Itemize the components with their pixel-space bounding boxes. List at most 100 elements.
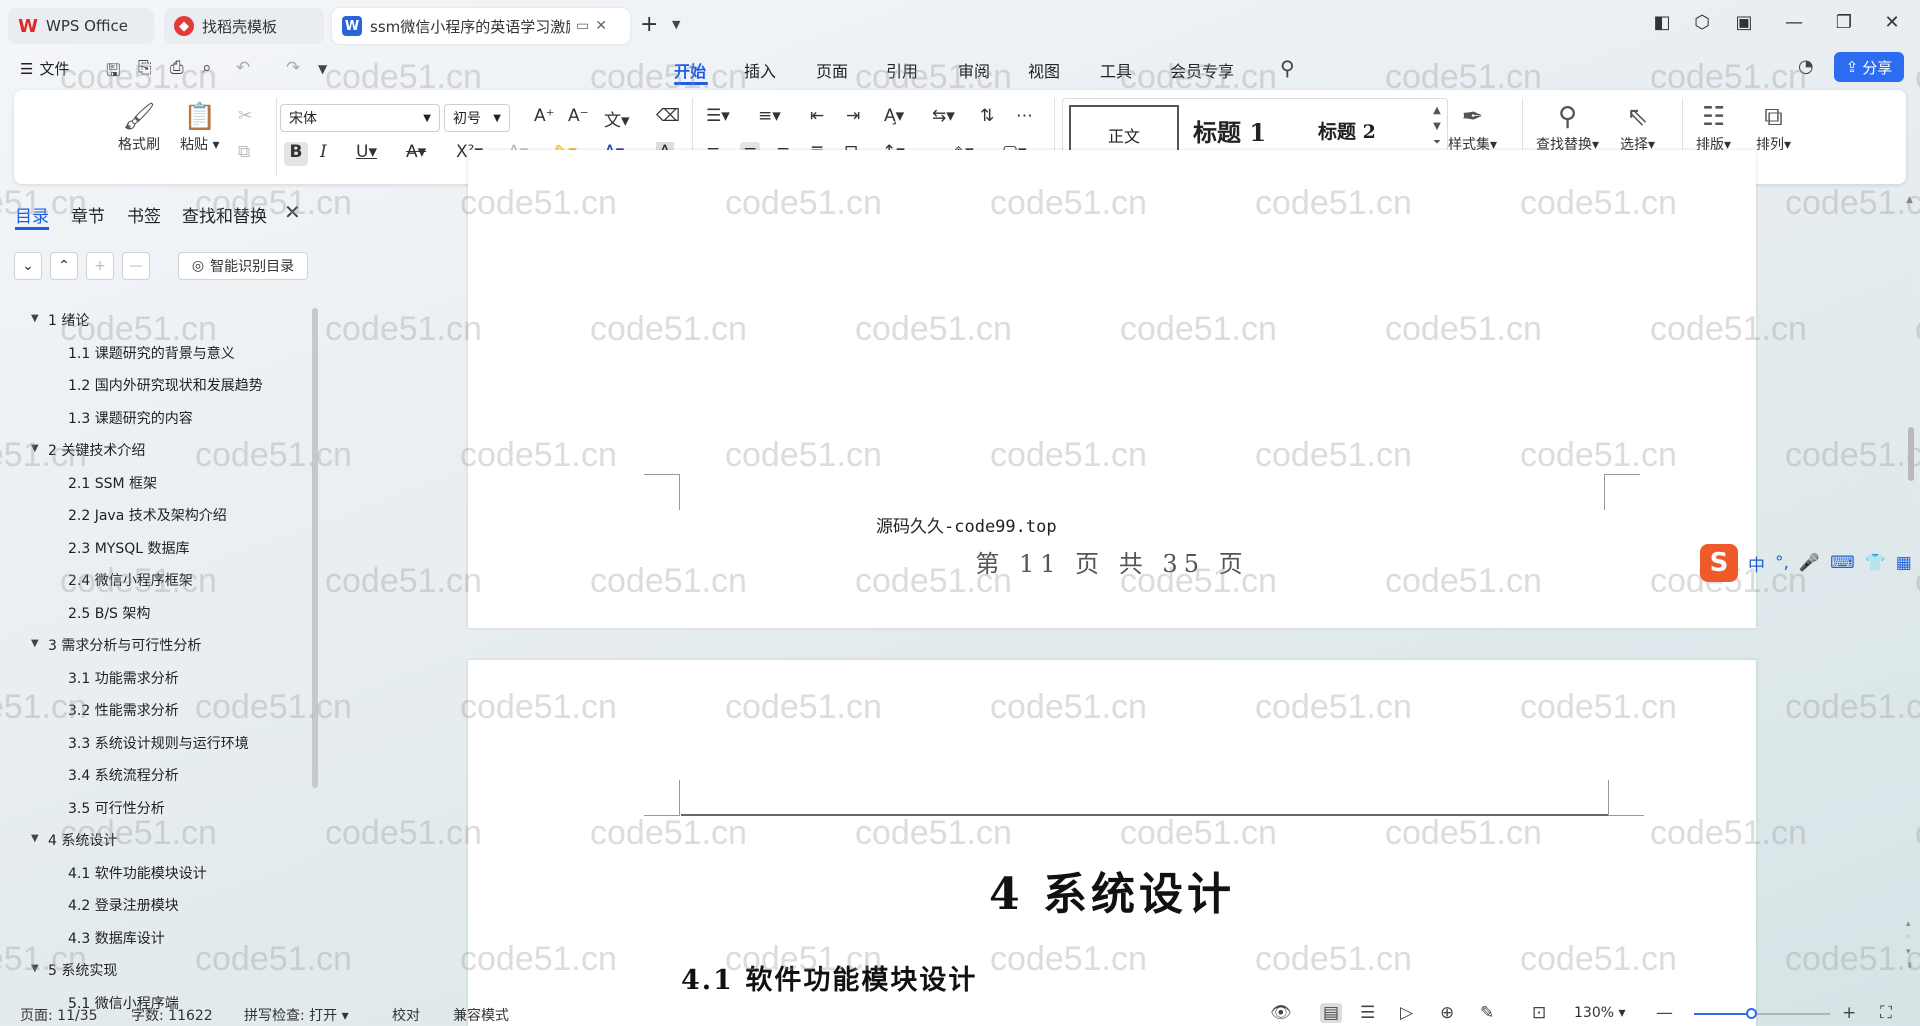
export-pdf-icon[interactable]: ⎘ bbox=[138, 58, 152, 78]
toc-item[interactable]: 3.5 可行性分析 bbox=[68, 798, 165, 818]
font-size-select[interactable]: 初号 ▼ bbox=[444, 104, 510, 132]
toc-item[interactable]: 2.5 B/S 架构 bbox=[68, 603, 150, 623]
grow-font-icon[interactable]: A⁺ bbox=[534, 106, 555, 126]
toc-item[interactable]: 4.2 登录注册模块 bbox=[68, 895, 179, 915]
toc-item[interactable]: 2.4 微信小程序框架 bbox=[68, 570, 193, 590]
close-tab-icon[interactable]: ✕ bbox=[595, 18, 607, 34]
expand-arrow-icon[interactable]: ▼ bbox=[31, 443, 39, 454]
ime-toolbar[interactable]: S 中 °, 🎤 ⌨ 👕 ▦ bbox=[1700, 542, 1920, 584]
tab-wps-office[interactable]: W WPS Office bbox=[8, 8, 154, 44]
bullet-list-icon[interactable]: ☰▾ bbox=[706, 106, 730, 126]
spell-check-toggle[interactable]: 拼写检查: 打开 ▾ bbox=[244, 1005, 349, 1025]
style-heading1[interactable]: 标题 1 bbox=[1193, 113, 1303, 148]
text-direction-icon[interactable]: A̧▾ bbox=[884, 106, 904, 126]
document-scrollbar[interactable]: ▲ ▴ ◦ ▾ ⇟ bbox=[1906, 195, 1916, 995]
phonetic-icon[interactable]: 文▾ bbox=[604, 106, 630, 131]
add-heading-button[interactable]: + bbox=[86, 252, 114, 280]
toc-item[interactable]: 5 系统实现 bbox=[48, 960, 117, 980]
collapse-all-button[interactable]: ⌄ bbox=[14, 252, 42, 280]
page-view-icon[interactable]: ▤ bbox=[1320, 1003, 1343, 1023]
document-page[interactable]: 源码久久-code99.top 第 11 页 共 35 页 bbox=[468, 150, 1756, 628]
toc-item[interactable]: 3 需求分析与可行性分析 bbox=[48, 635, 201, 655]
menu-page[interactable]: 页面 bbox=[816, 58, 848, 82]
menu-member[interactable]: 会员专享 bbox=[1170, 58, 1234, 82]
chat-icon[interactable]: ◔ bbox=[1798, 56, 1814, 77]
expand-arrow-icon[interactable]: ▼ bbox=[31, 313, 39, 324]
expand-up-button[interactable]: ⌃ bbox=[50, 252, 78, 280]
zoom-out-icon[interactable]: — bbox=[1656, 1003, 1673, 1023]
font-name-select[interactable]: 宋体 ▼ bbox=[280, 104, 440, 132]
sidebar-toggle-icon[interactable]: ◧ bbox=[1648, 12, 1676, 33]
tab-document[interactable]: W ssm微信小程序的英语学习激励 ▭ ✕ bbox=[332, 8, 630, 44]
increase-indent-icon[interactable]: ⇥ bbox=[846, 106, 860, 126]
bold-icon[interactable]: B bbox=[284, 142, 308, 166]
close-window-icon[interactable]: ✕ bbox=[1878, 12, 1906, 33]
print-preview-icon[interactable]: ⌕ bbox=[202, 58, 212, 78]
chevron-down-icon[interactable]: ▼ bbox=[318, 62, 327, 76]
word-count[interactable]: 字数: 11622 bbox=[131, 1005, 213, 1025]
tab-templates[interactable]: ◆ 找稻壳模板 bbox=[164, 8, 324, 44]
layout-button[interactable]: ☷ 排版▾ bbox=[1696, 100, 1731, 154]
file-menu[interactable]: ☰ 文件 bbox=[20, 58, 69, 79]
toc-item[interactable]: 1 绪论 bbox=[48, 310, 89, 330]
fullscreen-icon[interactable]: ⛶ bbox=[1880, 1003, 1892, 1023]
toc-item[interactable]: 4 系统设计 bbox=[48, 830, 117, 850]
toc-item[interactable]: 4.1 软件功能模块设计 bbox=[68, 863, 207, 883]
scroll-up-icon[interactable]: ▲ bbox=[1906, 195, 1913, 205]
toc-item[interactable]: 1.3 课题研究的内容 bbox=[68, 408, 193, 428]
smart-toc-button[interactable]: ◎ 智能识别目录 bbox=[178, 252, 308, 280]
menu-view[interactable]: 视图 bbox=[1028, 58, 1060, 82]
menu-tools[interactable]: 工具 bbox=[1100, 58, 1132, 82]
format-painter-button[interactable]: 🖌 格式刷 bbox=[118, 100, 160, 154]
share-button[interactable]: ⇪ 分享 bbox=[1834, 52, 1904, 82]
show-marks-icon[interactable]: ⋯ bbox=[1016, 106, 1033, 126]
close-icon[interactable]: ✕ bbox=[284, 200, 301, 224]
gallery-scroll-icon[interactable]: ▲ ▼ ⏷ bbox=[1433, 103, 1441, 151]
nav-tab-toc[interactable]: 目录 bbox=[15, 202, 49, 227]
tab-preview-icon[interactable]: ▭ bbox=[576, 18, 589, 34]
expand-arrow-icon[interactable]: ▼ bbox=[31, 638, 39, 649]
restore-icon[interactable]: ❐ bbox=[1830, 12, 1858, 33]
minimize-icon[interactable]: — bbox=[1780, 12, 1808, 33]
toc-item[interactable]: 2 关键技术介绍 bbox=[48, 440, 145, 460]
style-heading2[interactable]: 标题 2 bbox=[1318, 117, 1408, 144]
document-page[interactable]: 4 系统设计 4.1 软件功能模块设计 bbox=[468, 660, 1756, 1026]
skin-icon[interactable]: 👕 bbox=[1865, 553, 1886, 573]
scroll-thumb[interactable] bbox=[1908, 427, 1914, 481]
print-icon[interactable]: ⎙ bbox=[170, 58, 184, 78]
page-indicator[interactable]: 页面: 11/35 bbox=[20, 1005, 98, 1025]
cube-icon[interactable]: ⬡ bbox=[1688, 12, 1716, 33]
avatar[interactable]: ▣ bbox=[1730, 12, 1758, 33]
decrease-indent-icon[interactable]: ⇤ bbox=[810, 106, 824, 126]
shrink-font-icon[interactable]: A⁻ bbox=[568, 106, 589, 126]
toc-item[interactable]: 2.1 SSM 框架 bbox=[68, 473, 157, 493]
expand-arrow-icon[interactable]: ▼ bbox=[31, 963, 39, 974]
menu-start[interactable]: 开始 bbox=[674, 58, 706, 82]
zoom-slider-knob[interactable] bbox=[1746, 1008, 1758, 1019]
undo-icon[interactable]: ↶ bbox=[236, 58, 250, 78]
italic-icon[interactable]: I bbox=[320, 142, 327, 162]
toc-item[interactable]: 4.3 数据库设计 bbox=[68, 928, 165, 948]
toc-item[interactable]: 3.1 功能需求分析 bbox=[68, 668, 179, 688]
strikethrough-icon[interactable]: A▾ bbox=[406, 142, 426, 162]
nav-scrollbar[interactable] bbox=[312, 308, 318, 788]
save-icon[interactable]: 🖫 bbox=[106, 58, 120, 87]
page-nav-icon[interactable]: ▴ ◦ ▾ ⇟ bbox=[1906, 917, 1914, 973]
pen-icon[interactable]: ✎ bbox=[1480, 1003, 1494, 1023]
select-button[interactable]: ⇖ 选择▾ bbox=[1620, 100, 1655, 154]
toc-item[interactable]: 3.2 性能需求分析 bbox=[68, 700, 179, 720]
ime-mode[interactable]: 中 bbox=[1748, 551, 1765, 576]
punctuation-icon[interactable]: °, bbox=[1775, 553, 1789, 573]
remove-heading-button[interactable]: — bbox=[122, 252, 150, 280]
copy-icon[interactable]: ⧉ bbox=[238, 142, 250, 162]
style-set-button[interactable]: ✒ 样式集▾ bbox=[1448, 100, 1497, 154]
arrange-button[interactable]: ⧉ 排列▾ bbox=[1756, 100, 1791, 154]
menu-references[interactable]: 引用 bbox=[886, 58, 918, 82]
fit-page-icon[interactable]: ⊡ bbox=[1532, 1003, 1546, 1023]
web-view-icon[interactable]: ⊕ bbox=[1440, 1003, 1454, 1023]
menu-insert[interactable]: 插入 bbox=[744, 58, 776, 82]
toc-item[interactable]: 1.2 国内外研究现状和发展趋势 bbox=[68, 375, 263, 395]
expand-arrow-icon[interactable]: ▼ bbox=[31, 833, 39, 844]
nav-tab-chapters[interactable]: 章节 bbox=[71, 202, 105, 227]
keyboard-icon[interactable]: ⌨ bbox=[1830, 553, 1855, 573]
